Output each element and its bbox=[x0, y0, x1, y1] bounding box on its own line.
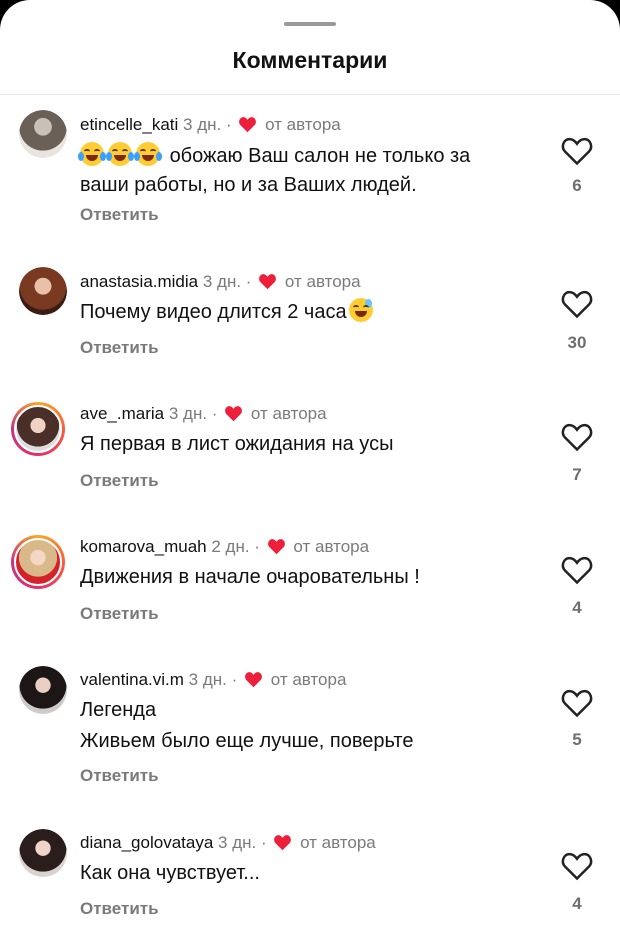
avatar-photo-icon bbox=[14, 538, 62, 586]
comment-meta: etincelle_kati 3 дн. · от автора bbox=[80, 115, 341, 134]
avatar[interactable] bbox=[19, 666, 67, 714]
like-heart-icon[interactable] bbox=[560, 688, 594, 718]
author-liked-heart-icon bbox=[267, 539, 285, 555]
comment-line: обожаю Ваш салон не только за bbox=[169, 145, 471, 167]
comments-sheet: Комментарии etincelle_kati 3 дн. · от ав… bbox=[0, 0, 620, 938]
reply-button[interactable]: Ответить bbox=[80, 899, 159, 919]
comment-time: 2 дн. bbox=[211, 537, 250, 556]
like-heart-icon[interactable] bbox=[560, 555, 594, 585]
avatar[interactable] bbox=[19, 110, 67, 158]
comment-line: Как она чувствует... bbox=[80, 862, 260, 884]
reply-button[interactable]: Ответить bbox=[80, 766, 159, 786]
avatar[interactable] bbox=[19, 267, 67, 315]
like-heart-icon[interactable] bbox=[560, 422, 594, 452]
username[interactable]: ave_.maria bbox=[80, 404, 164, 423]
tears-of-joy-emoji-icon bbox=[78, 142, 106, 166]
tears-of-joy-emoji-icon bbox=[106, 142, 134, 166]
comment-line: Почему видео длится 2 часа bbox=[80, 301, 347, 323]
like-count: 4 bbox=[572, 894, 582, 913]
avatar-photo-icon bbox=[14, 405, 62, 453]
author-liked-heart-icon bbox=[239, 117, 257, 133]
like-count: 5 bbox=[572, 730, 582, 749]
grinning-sweat-emoji-icon bbox=[348, 298, 373, 322]
comment-line: Живьем было еще лучше, поверьте bbox=[80, 730, 414, 752]
comment-line: Движения в начале очаровательны ! bbox=[80, 566, 420, 588]
comment-meta: diana_golovataya 3 дн. · от автора bbox=[80, 833, 376, 852]
comment-time: 3 дн. bbox=[168, 404, 208, 423]
comment-meta: komarova_muah 2 дн. · от автора bbox=[80, 537, 370, 556]
avatar-story-ring[interactable] bbox=[11, 402, 65, 456]
reply-button[interactable]: Ответить bbox=[80, 604, 159, 624]
avatar[interactable] bbox=[19, 829, 67, 877]
reply-button[interactable]: Ответить bbox=[80, 338, 159, 358]
sheet-title: Комментарии bbox=[232, 47, 388, 73]
author-like-label: от автора bbox=[284, 272, 361, 291]
avatar-photo-icon bbox=[19, 666, 67, 714]
avatar-story-ring[interactable] bbox=[11, 535, 65, 589]
comment-line: Я первая в лист ожидания на усы bbox=[80, 433, 394, 455]
username[interactable]: anastasia.midia bbox=[80, 272, 198, 291]
header-divider bbox=[0, 94, 620, 95]
comment-time: 3 дн. bbox=[183, 115, 222, 134]
author-like-label: от автора bbox=[300, 833, 376, 852]
comment-meta: ave_.maria 3 дн. · от автора bbox=[80, 404, 327, 423]
author-like-label: от автора bbox=[250, 404, 327, 423]
username[interactable]: diana_golovataya bbox=[80, 833, 213, 852]
like-heart-icon[interactable] bbox=[560, 136, 594, 166]
username[interactable]: etincelle_kati bbox=[80, 115, 178, 134]
author-like-label: от автора bbox=[293, 537, 370, 556]
avatar-photo-icon bbox=[19, 110, 67, 158]
author-liked-heart-icon bbox=[225, 406, 243, 422]
avatar-photo-icon bbox=[19, 829, 67, 877]
like-count: 30 bbox=[567, 333, 587, 352]
reply-button[interactable]: Ответить bbox=[80, 205, 159, 225]
reply-button[interactable]: Ответить bbox=[80, 471, 159, 491]
comment-time: 3 дн. bbox=[188, 670, 227, 689]
tears-of-joy-emoji-icon bbox=[134, 142, 162, 166]
like-count: 6 bbox=[572, 176, 582, 195]
comment-text: обожаю Ваш салон не только за bbox=[78, 141, 471, 171]
comment-line: ваши работы, но и за Ваших людей. bbox=[80, 174, 417, 196]
comment-line: Легенда bbox=[80, 699, 157, 721]
comment-text: Почему видео длится 2 часа bbox=[80, 297, 377, 327]
comment-meta: valentina.vi.m 3 дн. · от автора bbox=[80, 670, 347, 689]
drag-handle[interactable] bbox=[284, 22, 336, 26]
comment-time: 3 дн. bbox=[202, 272, 242, 291]
author-liked-heart-icon bbox=[259, 274, 277, 290]
like-heart-icon[interactable] bbox=[560, 289, 594, 319]
author-liked-heart-icon bbox=[274, 835, 292, 851]
author-like-label: от автора bbox=[265, 115, 341, 134]
username[interactable]: valentina.vi.m bbox=[80, 670, 184, 689]
comment-meta: anastasia.midia 3 дн. · от автора bbox=[80, 272, 361, 291]
like-heart-icon[interactable] bbox=[560, 851, 594, 881]
author-like-label: от автора bbox=[270, 670, 347, 689]
like-count: 7 bbox=[572, 465, 582, 484]
like-count: 4 bbox=[572, 598, 582, 617]
username[interactable]: komarova_muah bbox=[80, 537, 207, 556]
avatar-photo-icon bbox=[19, 267, 67, 315]
comment-time: 3 дн. bbox=[218, 833, 257, 852]
author-liked-heart-icon bbox=[245, 672, 262, 688]
